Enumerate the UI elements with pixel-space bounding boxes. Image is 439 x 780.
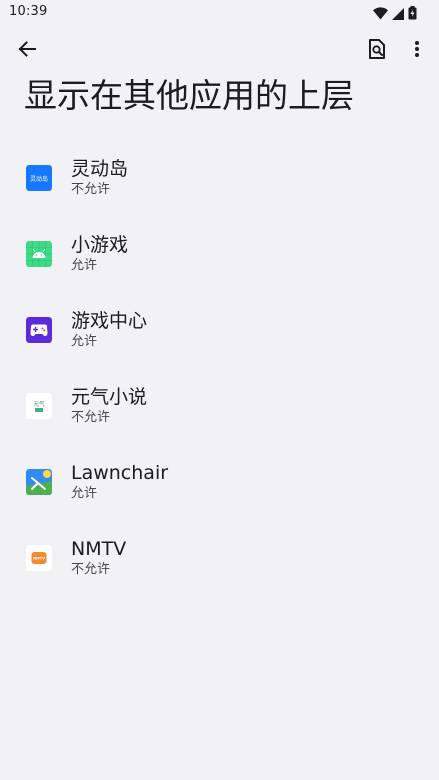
app-permission-status: 允许 (71, 258, 98, 273)
app-item-nmtv[interactable]: NMTV NMTV 不允许 (0, 520, 439, 596)
app-name: NMTV (71, 538, 127, 560)
dynamic-island-icon-label: 灵动岛 (30, 175, 48, 183)
back-button[interactable] (12, 36, 42, 66)
nmtv-app-icon: NMTV (26, 545, 52, 571)
app-item-game-center[interactable]: 游戏中心 允许 (0, 292, 439, 368)
app-list: 灵动岛 灵动岛 不允许 小游戏 允许 游戏中心 允许 元气 元气小说 不允许 L… (0, 140, 439, 596)
app-item-yuanqi-novel[interactable]: 元气 元气小说 不允许 (0, 368, 439, 444)
app-name: Lawnchair (71, 462, 169, 484)
cell-signal-icon (392, 5, 404, 24)
search-document-icon (368, 39, 386, 63)
more-options-button[interactable] (403, 36, 431, 66)
status-time: 10:39 (9, 4, 48, 19)
novel-icon-label: 元气 (33, 400, 45, 408)
wifi-icon (373, 5, 388, 24)
status-bar: 10:39 (0, 0, 439, 24)
app-name: 灵动岛 (71, 158, 129, 180)
lawnchair-app-icon (26, 469, 52, 495)
app-name: 元气小说 (71, 386, 148, 408)
search-button[interactable] (362, 36, 392, 66)
arrow-back-icon (17, 39, 37, 63)
app-item-lawnchair[interactable]: Lawnchair 允许 (0, 444, 439, 520)
app-permission-status: 允许 (71, 334, 98, 349)
game-controller-app-icon (26, 317, 52, 343)
app-permission-status: 不允许 (71, 410, 111, 425)
app-name: 游戏中心 (71, 310, 148, 332)
more-vert-icon (414, 40, 420, 62)
android-app-icon (26, 241, 52, 267)
status-icons (373, 5, 417, 24)
dynamic-island-app-icon: 灵动岛 (26, 165, 52, 191)
battery-icon (408, 5, 417, 24)
nmtv-icon-label: NMTV (33, 557, 45, 561)
app-permission-status: 不允许 (71, 182, 111, 197)
app-item-mini-games[interactable]: 小游戏 允许 (0, 216, 439, 292)
app-name: 小游戏 (71, 234, 129, 256)
app-permission-status: 不允许 (71, 562, 111, 577)
app-permission-status: 允许 (71, 486, 98, 501)
page-title: 显示在其他应用的上层 (24, 76, 354, 115)
top-app-bar (0, 28, 439, 74)
novel-app-icon: 元气 (26, 393, 52, 419)
app-item-dynamic-island[interactable]: 灵动岛 灵动岛 不允许 (0, 140, 439, 216)
